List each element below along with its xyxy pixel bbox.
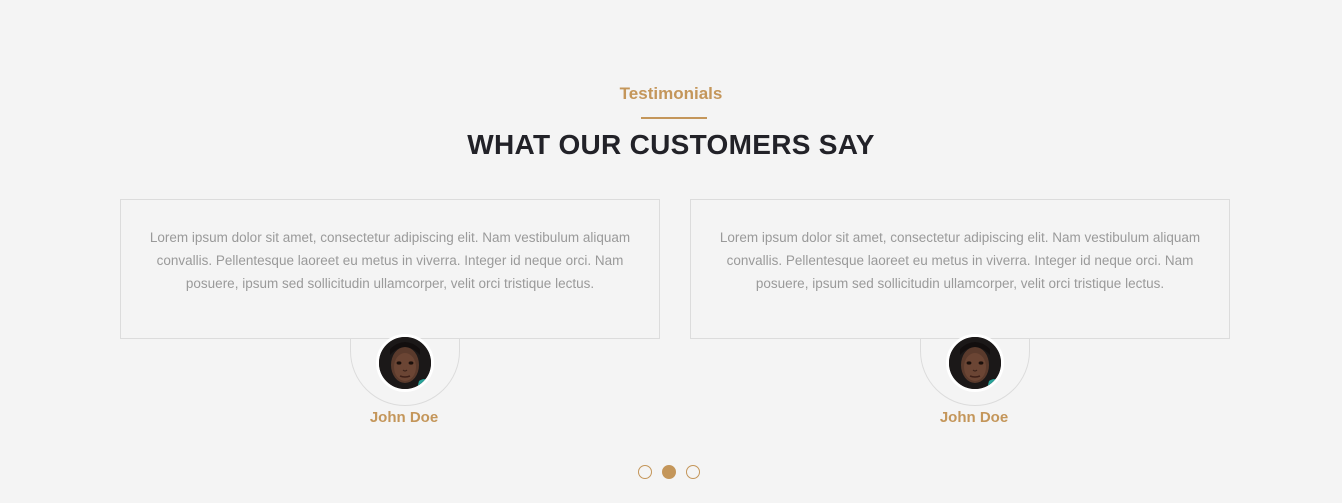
avatar [376,334,434,392]
carousel-dot-3[interactable] [686,465,700,479]
testimonial-text: Lorem ipsum dolor sit amet, consectetur … [719,230,1201,291]
section-eyebrow: Testimonials [619,84,723,103]
section-title: WHAT OUR CUSTOMERS SAY [467,129,875,160]
testimonial-text: Lorem ipsum dolor sit amet, consectetur … [149,230,631,291]
person-photo-icon [949,337,1001,389]
eyebrow-underline [641,117,707,119]
carousel-dot-1[interactable] [638,465,652,479]
avatar [946,334,1004,392]
carousel-pagination [638,465,700,479]
person-photo-icon [379,337,431,389]
testimonial-author: John Doe [369,409,439,426]
testimonial-card: Lorem ipsum dolor sit amet, consectetur … [690,199,1230,339]
carousel-dot-2[interactable] [662,465,676,479]
testimonial-card: Lorem ipsum dolor sit amet, consectetur … [120,199,660,339]
testimonial-author: John Doe [939,409,1009,426]
testimonials-section: Testimonials WHAT OUR CUSTOMERS SAY Lore… [0,0,1342,503]
